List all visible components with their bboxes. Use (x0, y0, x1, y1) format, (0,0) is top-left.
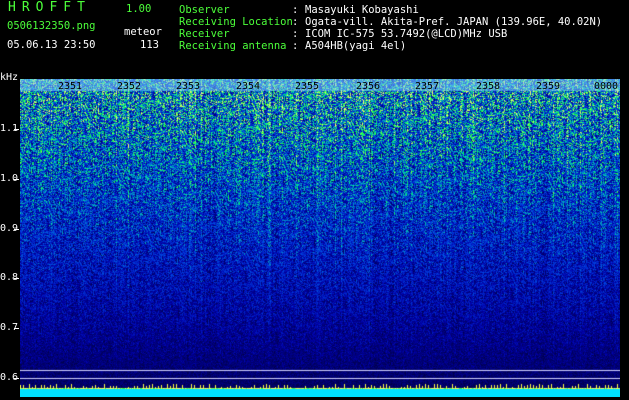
y-tick-mark (14, 129, 19, 130)
info-separator: : (292, 16, 299, 28)
y-tick-mark (14, 278, 19, 279)
timestamp: 05.06.13 23:50 (7, 39, 96, 51)
time-label: 2355 (295, 81, 320, 92)
info-value-location: Ogata-vill. Akita-Pref. JAPAN (139.96E, … (305, 16, 603, 28)
time-label: 0000 (594, 81, 619, 92)
y-axis-unit: kHz (0, 72, 19, 83)
y-tick-mark (14, 179, 19, 180)
spectrogram-canvas (20, 79, 620, 397)
time-label: 2358 (476, 81, 501, 92)
detection-label: meteor (124, 26, 162, 38)
y-tick-mark (14, 328, 19, 329)
time-label: 2354 (236, 81, 261, 92)
info-key-receiver: Receiver (179, 28, 230, 40)
app-title: HROFFT (8, 0, 91, 15)
info-separator: : (292, 28, 299, 40)
info-value-observer: Masayuki Kobayashi (305, 4, 419, 16)
info-value-receiver: ICOM IC-575 53.7492(@LCD)MHz USB (305, 28, 508, 40)
y-tick-mark (14, 229, 19, 230)
info-key-observer: Observer (179, 4, 230, 16)
detection-count: 113 (140, 39, 159, 51)
time-label: 2353 (176, 81, 201, 92)
time-label: 2359 (536, 81, 561, 92)
info-separator: : (292, 40, 299, 52)
info-separator: : (292, 4, 299, 16)
app-version: 1.00 (126, 3, 152, 15)
info-key-antenna: Receiving antenna (179, 40, 287, 52)
time-label: 2356 (356, 81, 381, 92)
file-name: 0506132350.png (7, 20, 96, 32)
time-label: 2351 (58, 81, 83, 92)
info-key-location: Receiving Location (179, 16, 293, 28)
y-tick-mark (14, 378, 19, 379)
info-value-antenna: A504HB(yagi 4el) (305, 40, 407, 52)
time-label: 2352 (117, 81, 142, 92)
time-label: 2357 (415, 81, 440, 92)
